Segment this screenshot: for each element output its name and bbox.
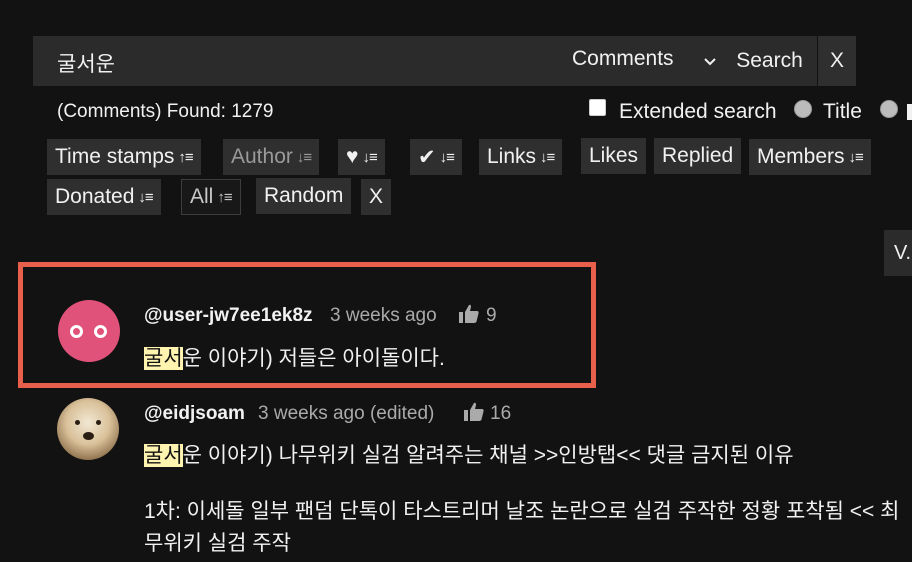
comment-text-line: 무위키 실검 주작 (144, 532, 291, 555)
thumbs-up-icon (464, 402, 484, 421)
avatar[interactable] (57, 398, 119, 460)
comment-author[interactable]: @eidjsoam (144, 403, 245, 425)
sort-desc-icon: ↓≡ (138, 188, 153, 206)
check-icon: ✔ (418, 145, 436, 169)
filter-hearts[interactable]: ♥ ↓≡ (338, 139, 385, 175)
chevron-down-icon[interactable] (700, 52, 720, 72)
like-count: 9 (486, 305, 497, 326)
clear-search-button[interactable]: X (817, 36, 856, 86)
chip-label: Author (231, 145, 293, 168)
chip-label: All (190, 185, 214, 208)
heart-icon: ♥ (346, 145, 359, 168)
sort-asc-icon: ↑≡ (178, 148, 193, 166)
avatar-nose (83, 432, 94, 440)
chip-label: Donated (55, 185, 135, 208)
filter-likes[interactable]: Likes (581, 138, 647, 174)
filter-author[interactable]: Author ↓≡ (223, 139, 320, 175)
sort-desc-icon: ↓≡ (296, 148, 312, 166)
search-match: 굴서 (144, 444, 183, 467)
like-count: 16 (490, 403, 512, 424)
comment-time[interactable]: 3 weeks ago (330, 305, 437, 327)
chip-label: Time stamps (55, 145, 175, 168)
comment-author[interactable]: @user-jw7ee1ek8z (144, 305, 313, 327)
filter-donated[interactable]: Donated ↓≡ (47, 179, 161, 215)
comment-text-rest: 운 이야기) 저들은 아이돌이다. (182, 347, 445, 370)
results-count: (Comments) Found: 1279 (57, 101, 274, 122)
sort-desc-icon: ↓≡ (362, 148, 377, 166)
extended-search-checkbox[interactable] (589, 99, 606, 116)
avatar-eye (70, 325, 83, 338)
search-button[interactable]: Search (723, 36, 816, 86)
sort-desc-icon: ↓≡ (540, 148, 555, 166)
chip-label: Links (487, 145, 537, 168)
avatar[interactable] (58, 300, 120, 362)
chip-label: Members (757, 145, 845, 168)
filter-replied[interactable]: Replied (654, 138, 742, 174)
comment-text-line: 1차: 이세돌 일부 팬덤 단톡이 타스트리머 날조 논란으로 실검 주작한 정… (144, 500, 900, 523)
chip-label: Replied (662, 144, 734, 167)
chip-label: X (369, 185, 384, 208)
search-input[interactable]: 굴서운 (57, 48, 115, 78)
chip-label: Random (264, 184, 344, 207)
filter-members[interactable]: Members ↓≡ (749, 139, 871, 175)
chip-label: Likes (589, 144, 639, 167)
truncated-label (907, 104, 912, 120)
filter-links[interactable]: Links ↓≡ (479, 139, 563, 175)
other-radio[interactable] (880, 100, 898, 118)
filter-all[interactable]: All ↑≡ (181, 179, 241, 215)
filter-checked[interactable]: ✔ ↓≡ (410, 139, 462, 175)
extended-search-label: Extended search (619, 100, 777, 123)
filter-time-stamps[interactable]: Time stamps ↑≡ (47, 139, 201, 175)
comment-text: 굴서운 이야기) 저들은 아이돌이다. (144, 342, 445, 372)
search-match: 굴서 (144, 347, 183, 370)
thumbs-up-icon (459, 304, 479, 323)
avatar-eye (94, 325, 107, 338)
avatar-eye (75, 420, 80, 425)
sort-asc-icon: ↑≡ (217, 188, 232, 206)
filter-random[interactable]: Random (256, 178, 352, 214)
title-radio[interactable] (794, 100, 812, 118)
side-button[interactable]: V. (884, 230, 912, 276)
comment-text: 굴서운 이야기) 나무위키 실검 알려주는 채널 >>인방탭<< 댓글 금지된 … (144, 439, 794, 469)
comment-text-rest: 운 이야기) 나무위키 실검 알려주는 채널 >>인방탭<< 댓글 금지된 이유 (182, 444, 794, 467)
clear-filters-button[interactable]: X (361, 179, 392, 215)
sort-desc-icon: ↓≡ (439, 148, 455, 166)
title-label: Title (823, 100, 862, 123)
sort-desc-icon: ↓≡ (848, 148, 864, 166)
scope-select[interactable]: Comments (572, 47, 674, 71)
avatar-eye (96, 420, 101, 425)
comment-time[interactable]: 3 weeks ago (edited) (258, 403, 434, 425)
